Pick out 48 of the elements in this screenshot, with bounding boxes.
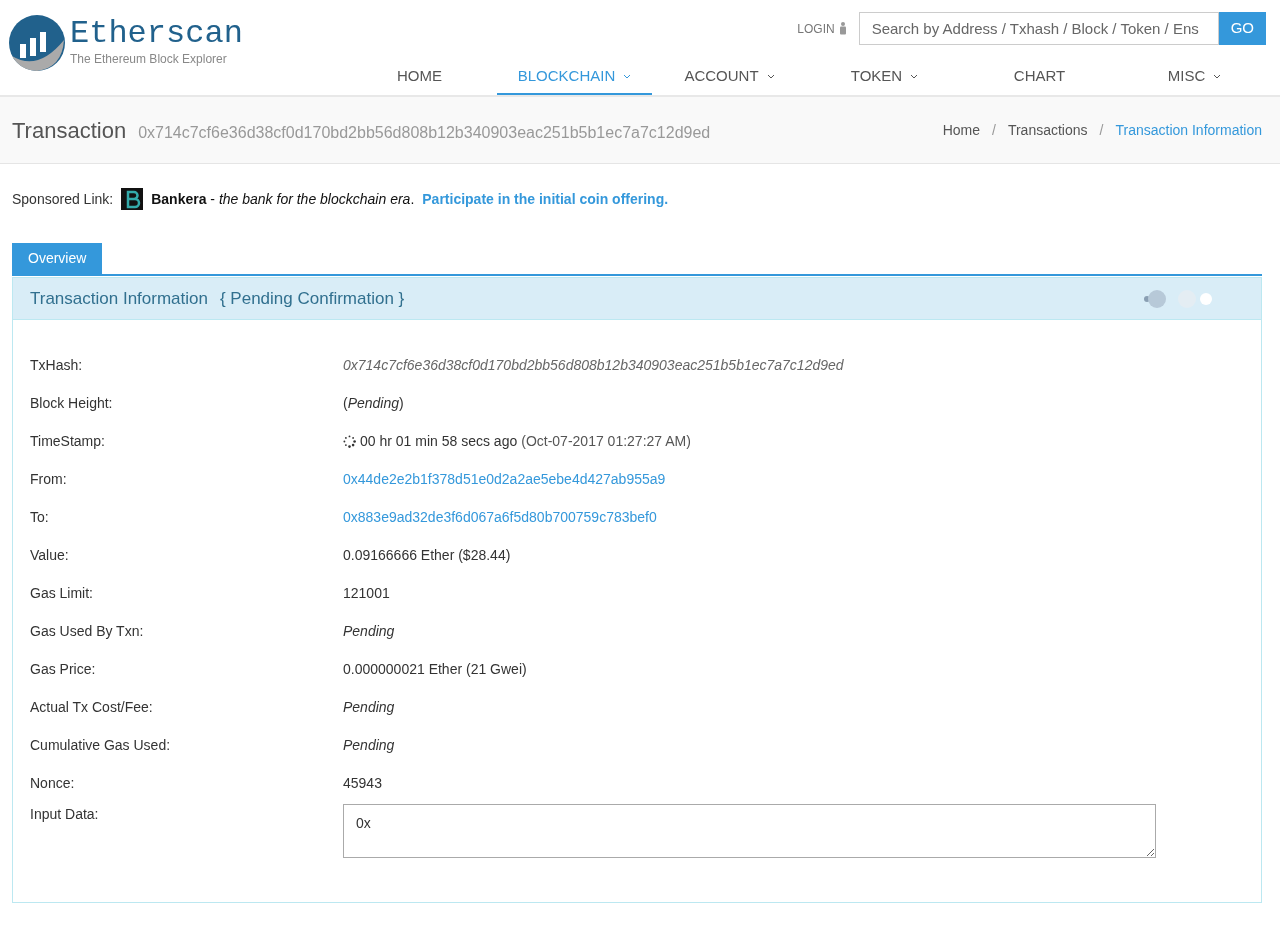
field-label: Nonce: [30,773,76,793]
panel-subtitle: { Pending Confirmation } [219,287,405,310]
field-label: Gas Limit: [30,583,94,603]
field-value: 0.09166666 Ether ($28.44) [343,545,511,565]
field-label: Block Height: [30,393,114,413]
breadcrumb-link[interactable]: Home [942,119,981,141]
bankera-logo-icon [121,188,144,210]
field-value: Pending [343,621,395,641]
nav-tab[interactable]: TOKEN [807,59,962,95]
breadcrumb-separator: / [1099,120,1104,140]
person-icon [838,22,847,35]
field-label: Cumulative Gas Used: [30,735,172,755]
field-value: Pending [343,697,395,717]
field-value: 45943 [343,773,382,793]
nav-tab[interactable]: ACCOUNT [652,59,807,95]
page-title: Transaction [12,116,127,145]
field-value: 0.000000021 Ether (21 Gwei) [343,659,527,679]
time-ago: 00 hr 01 min 58 secs ago [360,431,518,451]
field-label: Gas Price: [30,659,97,679]
field-label: Input Data: [30,805,100,824]
panel-title: Transaction Information [30,287,208,310]
logo-tagline: The Ethereum Block Explorer [70,51,228,68]
field-label: Actual Tx Cost/Fee: [30,697,154,717]
field-label: Gas Used By Txn: [30,621,145,641]
logo-icon [8,14,66,72]
nav-tab[interactable]: CHART [962,59,1117,95]
sponsored-text: Bankera - the bank for the blockchain era. [151,189,415,209]
sponsored-label: Sponsored Link: [12,189,114,209]
field-label: To: [30,507,50,527]
nav-tab[interactable]: HOME [342,59,497,95]
input-data-field[interactable]: 0x [343,804,1156,858]
login-link[interactable]: LOGIN [797,19,847,38]
field-value: 121001 [343,583,390,603]
page-title-hash: 0x714c7cf6e36d38cf0d170bd2bb56d808b12b340903eac251b5b1ec7a7c12d9ed [138,122,711,143]
field-label: TxHash: [30,355,84,375]
tx-hash-value: 0x714c7cf6e36d38cf0d170bd2bb56d808b12b340903eac251b5b1ec7a7c12d9ed [343,355,844,375]
logo-wordmark: Etherscan [70,18,243,50]
timestamp-date: (Oct-07-2017 01:27:27 AM) [521,431,691,451]
field-label: TimeStamp: [30,431,106,451]
nav-tab[interactable]: MISC [1117,59,1272,95]
field-label: Value: [30,545,70,565]
breadcrumb-link[interactable]: Transactions [1007,119,1088,141]
field-label: From: [30,469,68,489]
spinner-icon [343,434,356,448]
search-field[interactable]: Search by Address / Txhash / Block / Token / Ens [858,12,1219,45]
breadcrumb-separator: / [992,120,996,140]
field-value: Pending [343,735,395,755]
field-value: (Pending) [343,393,404,413]
